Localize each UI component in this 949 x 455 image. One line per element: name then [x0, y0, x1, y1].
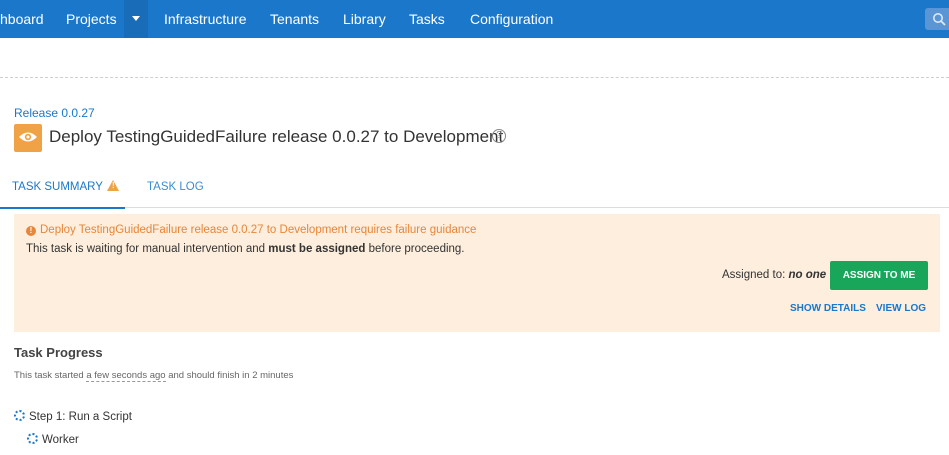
task-progress-text: This task started a few seconds ago and …	[14, 370, 294, 382]
step-1-row[interactable]: Step 1: Run a Script	[14, 409, 132, 423]
task-status-badge	[14, 124, 42, 152]
page-title: Deploy TestingGuidedFailure release 0.0.…	[49, 127, 504, 146]
alert-title-text: Deploy TestingGuidedFailure release 0.0.…	[40, 224, 477, 236]
help-icon[interactable]: ?	[492, 129, 506, 143]
tab-task-log[interactable]: TASK LOG	[147, 172, 204, 208]
worker-row[interactable]: Worker	[27, 432, 79, 446]
assigned-to-value: no one	[788, 269, 827, 281]
nav-infrastructure[interactable]: Infrastructure	[164, 0, 246, 38]
nav-library[interactable]: Library	[343, 0, 386, 38]
nav-projects[interactable]: Projects	[66, 0, 117, 38]
warning-icon: !	[106, 180, 119, 191]
spinner-icon	[14, 410, 25, 421]
search-icon	[933, 13, 946, 26]
sub-toolbar	[0, 38, 949, 78]
nav-tenants[interactable]: Tenants	[270, 0, 319, 38]
breadcrumb-release-link[interactable]: Release 0.0.27	[14, 106, 95, 120]
started-time: a few seconds ago	[86, 370, 166, 382]
eye-icon	[19, 132, 37, 142]
alert-title: ! Deploy TestingGuidedFailure release 0.0…	[26, 224, 476, 236]
tab-task-summary[interactable]: TASK SUMMARY!	[0, 172, 125, 209]
step-1-label: Step 1: Run a Script	[29, 411, 132, 423]
nav-tasks[interactable]: Tasks	[409, 0, 445, 38]
tab-task-log-label: TASK LOG	[147, 181, 204, 193]
task-progress-heading: Task Progress	[14, 345, 103, 360]
chevron-down-icon	[132, 16, 140, 21]
alert-icon: !	[26, 226, 36, 236]
search-button[interactable]	[925, 8, 949, 30]
show-details-link[interactable]: SHOW DETAILS	[790, 303, 866, 314]
assign-to-me-button[interactable]: ASSIGN TO ME	[830, 261, 928, 290]
spinner-icon	[27, 433, 38, 444]
tab-task-summary-label: TASK SUMMARY	[12, 181, 103, 193]
top-nav-bar: hboard Projects Infrastructure Tenants L…	[0, 0, 949, 38]
alert-message: This task is waiting for manual interven…	[26, 243, 465, 255]
failure-guidance-alert: ! Deploy TestingGuidedFailure release 0.0…	[14, 214, 940, 332]
nav-configuration[interactable]: Configuration	[470, 0, 553, 38]
view-log-link[interactable]: VIEW LOG	[876, 303, 926, 314]
worker-label: Worker	[42, 434, 79, 446]
projects-dropdown-button[interactable]	[124, 0, 148, 38]
assigned-to-text: Assigned to: no one	[722, 269, 827, 281]
nav-dashboard[interactable]: hboard	[0, 0, 44, 38]
tab-bar: TASK SUMMARY! TASK LOG	[0, 172, 949, 209]
